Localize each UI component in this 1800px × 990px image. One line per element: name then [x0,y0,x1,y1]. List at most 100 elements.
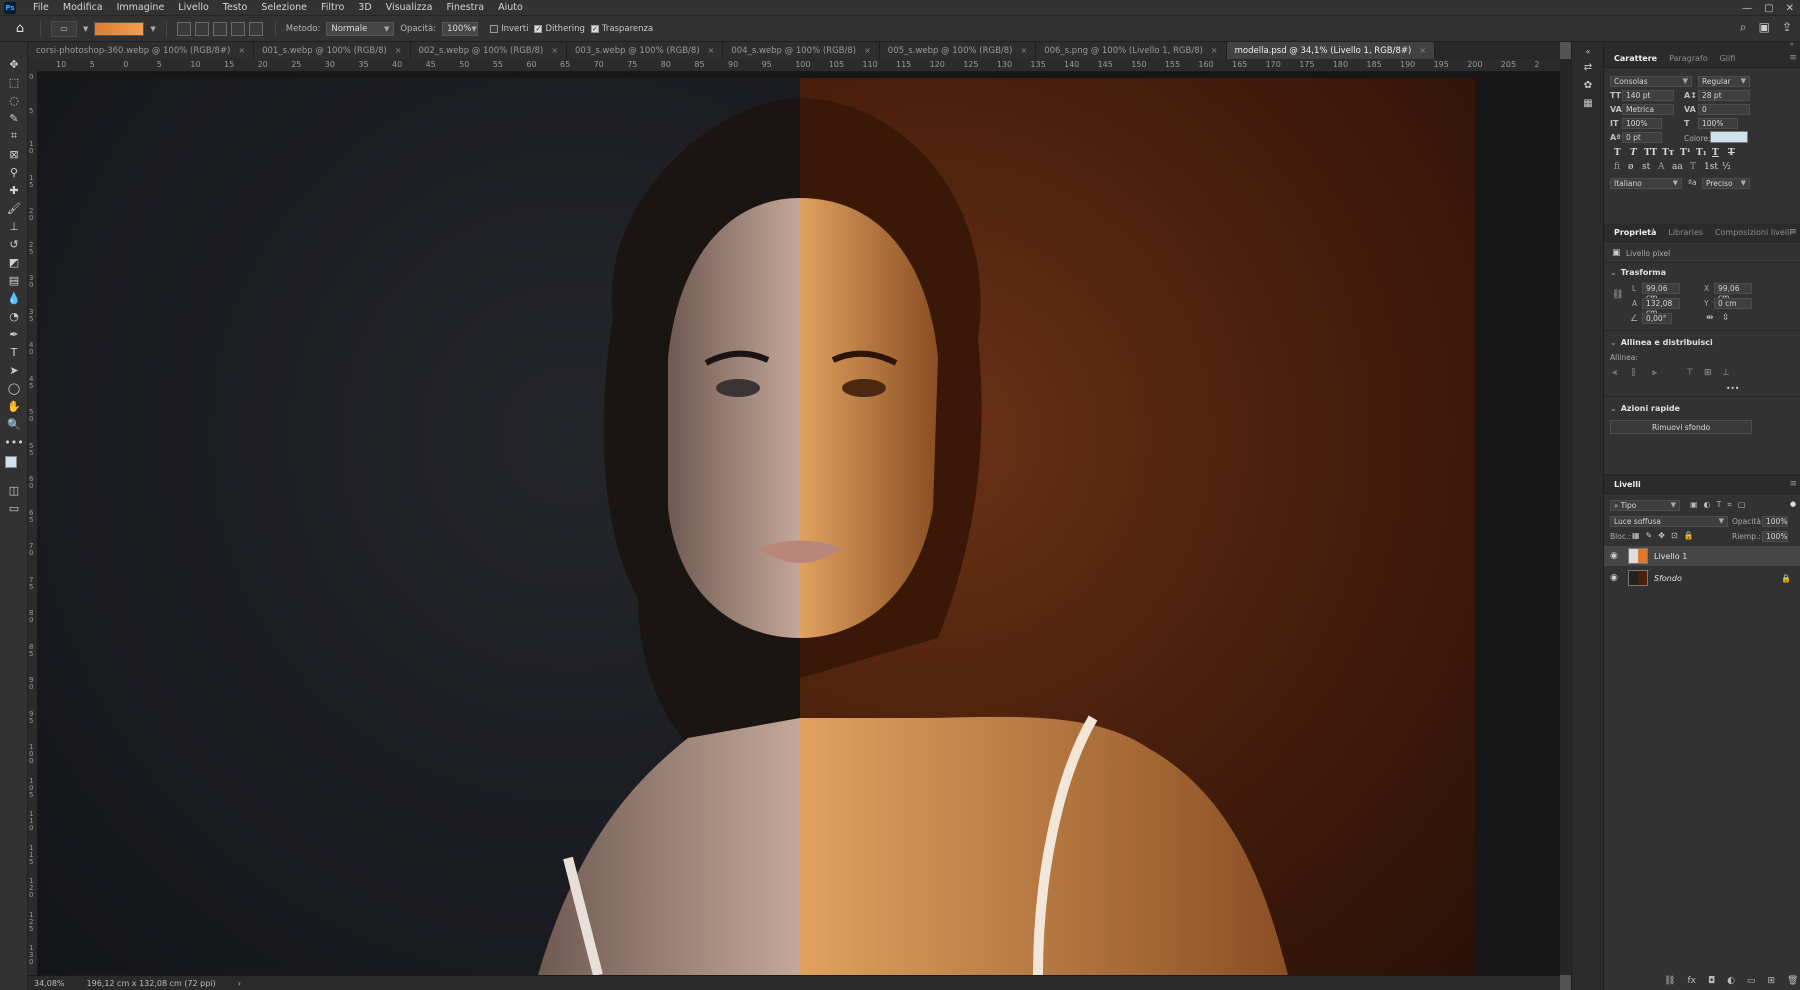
chevron-down-icon[interactable]: ▼ [83,25,88,33]
close-tab-icon[interactable]: × [708,46,715,55]
document-tab[interactable]: 003_s.webp @ 100% (RGB/8) × [566,42,724,59]
fill-field[interactable]: 100% [1762,531,1788,542]
pen-tool-icon[interactable]: ✒ [5,326,23,342]
remove-background-button[interactable]: Rimuovi sfondo [1610,420,1752,434]
trasforma-section[interactable]: ⌄ Trasforma [1610,268,1666,277]
align-left-icon[interactable]: ⫷ [1612,368,1622,378]
ruler-origin[interactable] [28,59,38,72]
subscript-button[interactable]: T₁ [1696,148,1707,158]
type-tool-icon[interactable]: T [5,344,23,360]
tab-proprietà[interactable]: Proprietà [1608,224,1662,242]
document-tab[interactable]: 001_s.webp @ 100% (RGB/8) × [254,42,411,59]
collapse-icon[interactable]: « [1580,44,1596,58]
mask-icon[interactable]: ◘ [1708,976,1715,986]
stylistic-alt-button[interactable]: A [1658,162,1665,172]
font-size-field[interactable]: 140 pt [1622,90,1674,101]
layer-filter-select[interactable]: ⌕ Tipo ▼ [1610,500,1680,511]
home-icon[interactable]: ⌂ [10,20,30,38]
allinea-section[interactable]: ⌄ Allinea e distribuisci [1610,338,1713,347]
path-selection-tool-icon[interactable]: ➤ [5,362,23,378]
font-style-select[interactable]: Regular ▼ [1698,76,1750,87]
faux-bold-button[interactable]: T [1614,148,1621,158]
inverti-checkbox[interactable]: Inverti [490,24,528,34]
crop-tool-icon[interactable]: ⌗ [5,128,23,144]
all-caps-button[interactable]: TT [1644,148,1657,158]
minimize-icon[interactable]: — [1742,3,1752,14]
horizontal-scale-field[interactable]: 100% [1698,118,1738,129]
diamond-gradient-button[interactable] [248,21,263,36]
tab-paragrafo[interactable]: Paragrafo [1663,50,1714,68]
flip-horizontal-icon[interactable]: ⇹ [1706,313,1714,323]
y-field[interactable]: 0 cm [1714,298,1752,309]
small-caps-button[interactable]: Tт [1662,148,1674,158]
font-family-select[interactable]: Consolas ▼ [1610,76,1692,87]
link-icon[interactable]: ⛓ [1612,290,1623,300]
layer-filter-icons[interactable]: ▣◐T⌗▢ [1690,500,1752,510]
text-color-swatch[interactable] [1710,131,1748,143]
linear-gradient-button[interactable] [176,21,191,36]
menu-selezione[interactable]: Selezione [254,0,314,16]
close-icon[interactable]: ✕ [1786,3,1794,14]
frame-tool-icon[interactable]: ⊠ [5,146,23,162]
lock-icon[interactable]: 🔒 [1781,574,1791,583]
maximize-icon[interactable]: ▢ [1764,3,1773,14]
trasparenza-checkbox[interactable]: ✓ Trasparenza [590,24,653,34]
strikethrough-button[interactable]: T [1728,148,1735,158]
panel-menu-icon[interactable]: ≡ [1789,479,1797,489]
gradient-tool-icon[interactable]: ▤ [5,272,23,288]
more-options-icon[interactable]: ••• [1726,384,1739,393]
document-tab[interactable]: 005_s.webp @ 100% (RGB/8) × [879,42,1037,59]
lock-options-icons[interactable]: ▦✎✥⊡🔒 [1632,531,1700,540]
align-center-h-icon[interactable]: ⫿ [1632,368,1642,378]
shape-tool-icon[interactable]: ◯ [5,380,23,396]
swatches-panel-icon[interactable]: ▦ [1580,96,1596,110]
menu-finestra[interactable]: Finestra [439,0,491,16]
opacita-field[interactable]: 100% ▼ [442,21,479,36]
document-canvas[interactable] [38,78,1475,975]
eye-icon[interactable]: ◉ [1610,573,1618,583]
folder-icon[interactable]: ▭ [1747,976,1756,986]
leading-field[interactable]: 28 pt [1698,90,1750,101]
fx-icon[interactable]: fx [1687,976,1696,986]
close-tab-icon[interactable]: × [238,46,245,55]
angle-gradient-button[interactable] [212,21,227,36]
brush-tool-icon[interactable]: 🖌 [5,200,23,216]
eyedropper-tool-icon[interactable]: ⚲ [5,164,23,180]
history-panel-icon[interactable]: ⇄ [1580,60,1596,74]
canvas-area[interactable] [38,72,1560,975]
faux-italic-button[interactable]: T [1630,148,1637,158]
zoom-level[interactable]: 34,08% [34,979,65,988]
angle-field[interactable]: 0,00° [1642,313,1672,324]
document-tab[interactable]: 006_s.png @ 100% (Livello 1, RGB/8) × [1036,42,1227,59]
dithering-checkbox[interactable]: ✓ Dithering [534,24,585,34]
close-tab-icon[interactable]: × [551,46,558,55]
tab-composizioni-livelli[interactable]: Composizioni livelli [1709,224,1798,242]
link-icon[interactable]: ⛓ [1664,976,1675,986]
hand-tool-icon[interactable]: ✋ [5,398,23,414]
radial-gradient-button[interactable] [194,21,209,36]
opacity-field[interactable]: 100% [1762,516,1788,527]
ligature-button[interactable]: fi [1614,162,1620,172]
document-tab[interactable]: 002_s.webp @ 100% (RGB/8) × [410,42,567,59]
collapse-panels-icon[interactable]: » [1790,40,1794,48]
tab-livelli[interactable]: Livelli [1608,476,1647,494]
layer-row-sfondo[interactable]: ◉ Sfondo 🔒 [1604,568,1800,588]
reflected-gradient-button[interactable] [230,21,245,36]
azioni-section[interactable]: ⌄ Azioni rapide [1610,404,1680,413]
marquee-tool-icon[interactable]: ⬚ [5,74,23,90]
menu-testo[interactable]: Testo [216,0,255,16]
quick-mask-icon[interactable]: ◫ [5,482,23,498]
close-tab-icon[interactable]: × [395,46,402,55]
blend-mode-select[interactable]: Luce soffusa ▼ [1610,516,1728,527]
document-tab[interactable]: modella.psd @ 34,1% (Livello 1, RGB/8#) × [1226,42,1436,59]
trash-icon[interactable]: 🗑 [1787,976,1798,986]
quick-selection-tool-icon[interactable]: ✎ [5,110,23,126]
swash-button[interactable]: st [1642,162,1650,172]
eraser-tool-icon[interactable]: ◩ [5,254,23,270]
document-tab[interactable]: corsi-photoshop-360.webp @ 100% (RGB/8#)… [28,42,255,59]
stamp-tool-icon[interactable]: ⊥ [5,218,23,234]
color-panel-icon[interactable]: ✿ [1580,78,1596,92]
filter-toggle-icon[interactable]: ● [1790,500,1796,508]
titling-button[interactable]: aa [1672,162,1683,172]
vertical-scrollbar[interactable] [1560,59,1571,975]
